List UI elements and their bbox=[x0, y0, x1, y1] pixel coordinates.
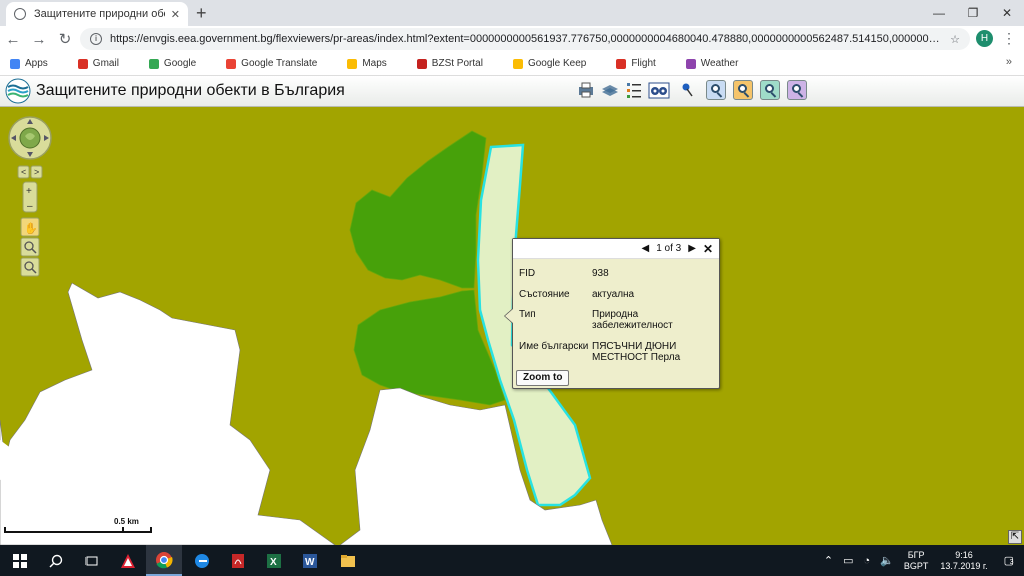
edge-icon[interactable] bbox=[184, 545, 220, 576]
close-window-button[interactable]: ✕ bbox=[990, 0, 1024, 26]
search-orange-icon[interactable] bbox=[733, 80, 753, 100]
search-icon[interactable] bbox=[38, 545, 74, 576]
svg-text:✋: ✋ bbox=[24, 222, 38, 235]
windows-taskbar: X W ⌃ ▭ ◔ 🔈 БГР BGPT 9:16 13.7.2019 г. ▢… bbox=[0, 545, 1024, 576]
zoom-to-button[interactable]: Zoom to bbox=[516, 370, 570, 386]
popup-field-row: Тип Природна забележителност bbox=[519, 309, 673, 331]
previous-feature-icon[interactable]: ◀ bbox=[642, 243, 650, 254]
profile-avatar[interactable]: H bbox=[976, 30, 993, 47]
popup-field-row: Състояние актуална bbox=[519, 289, 635, 300]
excel-icon[interactable]: X bbox=[256, 545, 292, 576]
task-view-icon[interactable] bbox=[74, 545, 110, 576]
bookmarks-overflow-icon[interactable]: » bbox=[1006, 56, 1012, 68]
url-text: https://envgis.eea.government.bg/flexvie… bbox=[110, 33, 943, 45]
new-tab-button[interactable]: + bbox=[196, 3, 207, 24]
svg-text:X: X bbox=[270, 557, 277, 568]
bookmark-item[interactable]: Google Keep bbox=[512, 58, 586, 69]
address-bar[interactable]: i https://envgis.eea.government.bg/flexv… bbox=[80, 28, 970, 50]
svg-text:W: W bbox=[305, 557, 315, 568]
app-toolbar bbox=[576, 80, 814, 100]
system-tray: ⌃ ▭ ◔ 🔈 БГР BGPT 9:16 13.7.2019 г. ▢ 3 bbox=[824, 545, 1024, 576]
menu-kebab-icon[interactable]: ⋮ bbox=[1002, 30, 1016, 47]
layers-icon[interactable] bbox=[600, 80, 620, 100]
legend-icon[interactable] bbox=[624, 80, 644, 100]
bookmark-item[interactable]: Apps bbox=[10, 58, 48, 69]
volume-icon[interactable]: 🔈 bbox=[880, 554, 894, 567]
binoculars-icon[interactable] bbox=[648, 80, 670, 100]
browser-tab[interactable]: Защитените природни обекти ✕ bbox=[6, 2, 188, 26]
resize-corner-icon[interactable]: ⇱ bbox=[1008, 530, 1022, 544]
bookmarks-bar: Apps Gmail Google Google Translate Maps … bbox=[0, 52, 1024, 76]
scale-bar: 0.5 km bbox=[4, 517, 154, 537]
bookmark-item[interactable]: Maps bbox=[347, 58, 387, 69]
bookmark-item[interactable]: Weather bbox=[685, 58, 738, 69]
notification-center-icon[interactable]: ▢ 3 bbox=[1004, 554, 1014, 567]
map-navigation-control: < > + – ✋ bbox=[8, 114, 54, 289]
next-feature-icon[interactable]: ▶ bbox=[688, 243, 696, 254]
back-arrow-icon[interactable]: ← bbox=[0, 31, 26, 48]
system-clock[interactable]: 9:16 13.7.2019 г. bbox=[940, 550, 987, 572]
app-header: Защитените природни обекти в България bbox=[0, 76, 1024, 107]
close-tab-icon[interactable]: ✕ bbox=[171, 8, 180, 21]
bookmark-item[interactable]: Google bbox=[148, 58, 196, 69]
globe-icon bbox=[14, 8, 26, 20]
svg-text:–: – bbox=[27, 201, 33, 212]
restore-button[interactable]: ❐ bbox=[956, 0, 990, 26]
windows-start-icon[interactable] bbox=[2, 545, 38, 576]
feature-info-popup: ◀ 1 of 3 ▶ ✕ FID 938 Състояние актуална … bbox=[504, 238, 720, 389]
info-icon[interactable]: i bbox=[90, 33, 102, 45]
app-icon[interactable] bbox=[110, 545, 146, 576]
close-icon[interactable]: ✕ bbox=[703, 242, 713, 256]
eea-logo-icon bbox=[5, 78, 31, 104]
tray-chevron-icon[interactable]: ⌃ bbox=[824, 554, 833, 567]
svg-text:+: + bbox=[26, 186, 32, 197]
bookmark-item[interactable]: Google Translate bbox=[226, 58, 317, 69]
svg-text:<: < bbox=[21, 167, 26, 177]
popup-pointer bbox=[504, 308, 513, 324]
bookmark-item[interactable]: Gmail bbox=[77, 58, 119, 69]
battery-icon[interactable]: ▭ bbox=[843, 554, 853, 567]
app-title: Защитените природни обекти в България bbox=[36, 82, 345, 99]
notification-count: 3 bbox=[1009, 559, 1014, 566]
search-purple-icon[interactable] bbox=[787, 80, 807, 100]
printer-icon[interactable] bbox=[576, 80, 596, 100]
file-explorer-icon[interactable] bbox=[330, 545, 366, 576]
zoom-in-tool-icon[interactable] bbox=[20, 237, 40, 257]
word-icon[interactable]: W bbox=[292, 545, 328, 576]
popup-header: ◀ 1 of 3 ▶ ✕ bbox=[513, 239, 719, 259]
forward-arrow-icon[interactable]: → bbox=[26, 31, 52, 48]
scale-label: 0.5 km bbox=[114, 517, 139, 526]
browser-toolbar: ← → ↻ i https://envgis.eea.government.bg… bbox=[0, 26, 1024, 52]
window-controls: — ❐ ✕ bbox=[922, 0, 1024, 26]
minimize-button[interactable]: — bbox=[922, 0, 956, 26]
tab-title: Защитените природни обекти bbox=[34, 8, 165, 20]
network-icon[interactable]: ◔ bbox=[863, 555, 870, 567]
zoom-out-tool-icon[interactable] bbox=[20, 257, 40, 277]
pin-icon[interactable] bbox=[678, 80, 698, 100]
star-icon[interactable]: ☆ bbox=[950, 33, 960, 46]
search-teal-icon[interactable] bbox=[760, 80, 780, 100]
svg-text:>: > bbox=[34, 167, 39, 177]
chrome-icon[interactable] bbox=[146, 545, 182, 576]
browser-tab-strip: Защитените природни обекти ✕ + — ❐ ✕ bbox=[0, 0, 1024, 26]
popup-field-row: FID 938 bbox=[519, 268, 609, 279]
popup-field-row: Име български ПЯСЪЧНИ ДЮНИ МЕСТНОСТ Перл… bbox=[519, 341, 681, 363]
input-language[interactable]: БГР BGPT bbox=[904, 550, 929, 572]
pdf-reader-icon[interactable] bbox=[220, 545, 256, 576]
reload-icon[interactable]: ↻ bbox=[52, 30, 78, 48]
search-blue-icon[interactable] bbox=[706, 80, 726, 100]
popup-pager: 1 of 3 bbox=[656, 243, 682, 254]
bookmark-item[interactable]: BZSt Portal bbox=[416, 58, 483, 69]
bookmark-item[interactable]: Flight bbox=[616, 58, 656, 69]
